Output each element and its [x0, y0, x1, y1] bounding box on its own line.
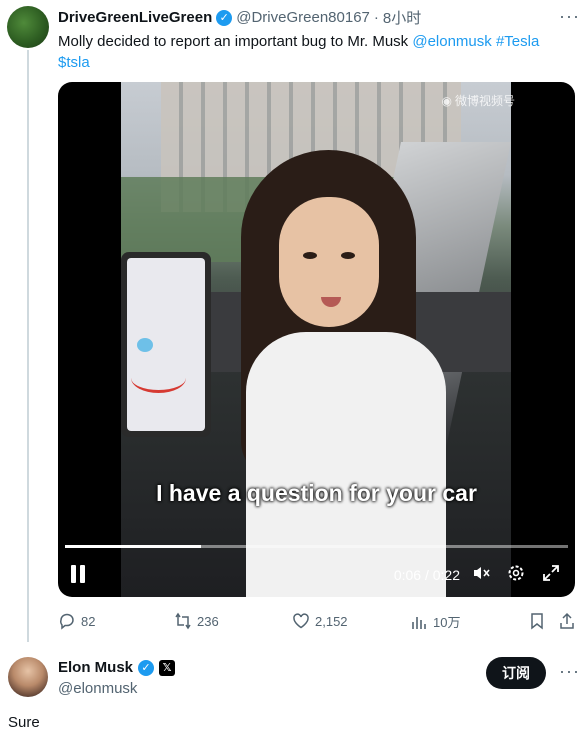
- watermark-text: 微博视频号: [454, 94, 515, 108]
- x-affiliation-icon: 𝕏: [159, 659, 176, 676]
- video-timecode: 0:06 / 0:22: [394, 567, 460, 583]
- video-controls: 0:06 / 0:22: [58, 557, 575, 597]
- video-player[interactable]: ◉ 微博视频号 I have a question for your car 0…: [58, 82, 575, 597]
- bookmark-button[interactable]: [528, 612, 546, 630]
- video-frame: [121, 82, 511, 597]
- verified-badge-icon: ✓: [138, 659, 155, 676]
- cashtag-link[interactable]: $tsla: [58, 54, 90, 71]
- weibo-logo-icon: ◉: [441, 93, 452, 108]
- current-time: 0:06: [393, 567, 422, 583]
- tweet-text: Molly decided to report an important bug…: [58, 31, 573, 73]
- author-name[interactable]: DriveGreenLiveGreen: [58, 9, 212, 26]
- retweet-icon: [175, 612, 191, 630]
- video-watermark: ◉ 微博视频号: [442, 92, 516, 109]
- author-handle[interactable]: @DriveGreen80167: [236, 9, 370, 26]
- video-subtitle: I have a question for your car: [156, 480, 477, 506]
- hashtag-link[interactable]: #Tesla: [496, 33, 539, 50]
- video-progress-bar[interactable]: [65, 545, 568, 548]
- subscribe-button[interactable]: 订阅: [486, 657, 546, 689]
- more-options-button[interactable]: ···: [559, 6, 580, 27]
- girl-face: [279, 197, 379, 327]
- reply-more-options-button[interactable]: ···: [559, 661, 580, 682]
- video-progress-fill: [65, 545, 201, 548]
- duration: 0:22: [432, 567, 460, 583]
- reply-count: 82: [81, 613, 96, 629]
- tweet-header: DriveGreenLiveGreen ✓ @DriveGreen80167 ·…: [58, 7, 421, 28]
- tweet-text-body: Molly decided to report an important bug…: [58, 33, 413, 50]
- reply-icon: [60, 613, 74, 630]
- reply-header: Elon Musk ✓ 𝕏: [58, 659, 176, 676]
- like-button[interactable]: 2,152: [292, 612, 348, 630]
- reply-text: Sure: [8, 714, 40, 731]
- reply-author-name[interactable]: Elon Musk: [58, 659, 133, 676]
- settings-gear-icon[interactable]: [505, 563, 527, 585]
- reply-button[interactable]: 82: [58, 612, 95, 630]
- car-touchscreen: [121, 252, 211, 437]
- separator-dot: ·: [373, 9, 379, 26]
- heart-icon: [293, 613, 309, 629]
- verified-badge-icon: ✓: [216, 9, 233, 26]
- author-avatar[interactable]: [7, 6, 49, 48]
- retweet-count: 236: [197, 613, 219, 629]
- fullscreen-icon[interactable]: [540, 563, 562, 585]
- bookmark-icon: [531, 613, 543, 630]
- thread-connector-line: [27, 50, 29, 642]
- views-button[interactable]: 10万: [410, 612, 460, 631]
- reply-author-avatar[interactable]: [8, 657, 48, 697]
- pause-icon[interactable]: [71, 565, 87, 583]
- mention-link[interactable]: @elonmusk: [412, 33, 491, 50]
- like-count: 2,152: [315, 613, 348, 629]
- tweet-action-bar: 82 236 2,152 10万: [58, 612, 578, 634]
- mute-icon[interactable]: [470, 563, 492, 585]
- share-icon: [560, 612, 574, 629]
- tweet-timestamp[interactable]: 8小时: [383, 7, 421, 28]
- retweet-button[interactable]: 236: [174, 612, 219, 630]
- bar-chart-icon: [412, 616, 426, 629]
- time-separator: /: [421, 567, 433, 583]
- reply-author-handle[interactable]: @elonmusk: [58, 680, 137, 697]
- share-button[interactable]: [558, 612, 576, 630]
- view-count: 10万: [433, 615, 461, 630]
